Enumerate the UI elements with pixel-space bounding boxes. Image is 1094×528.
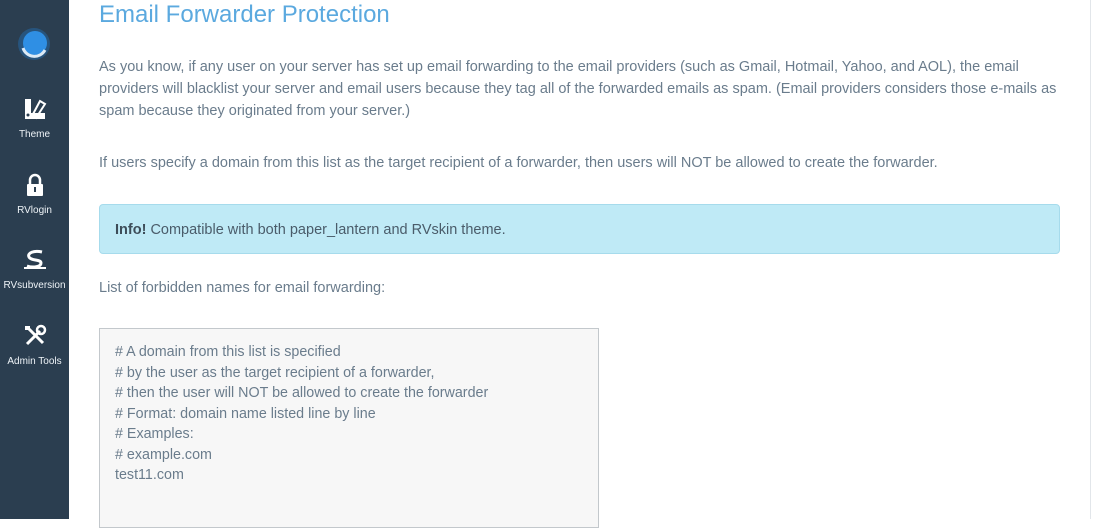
info-alert-strong: Info! <box>115 222 147 238</box>
sidebar-item-theme[interactable]: Theme <box>0 96 69 140</box>
app-logo-icon[interactable] <box>16 26 52 62</box>
list-label: List of forbidden names for email forwar… <box>99 280 386 296</box>
editor-line: # A domain from this list is specified <box>115 344 341 360</box>
content-border <box>1090 0 1091 519</box>
sidebar: Theme RVlogin RVsubversion Admin Tools <box>0 0 69 519</box>
sidebar-item-label: RVsubversion <box>3 280 66 291</box>
editor-line: # Examples: <box>115 426 194 442</box>
editor-line: # by the user as the target recipient of… <box>115 364 435 381</box>
forbidden-names-textarea[interactable]: # A domain from this list is specified #… <box>99 328 599 528</box>
theme-palette-icon <box>24 99 46 120</box>
sidebar-item-rvsubversion[interactable]: RVsubversion <box>0 247 69 291</box>
sidebar-item-label: RVlogin <box>17 205 52 216</box>
editor-line: # then the user will NOT be allowed to c… <box>115 385 489 401</box>
sidebar-item-label: Admin Tools <box>7 356 62 367</box>
rule-paragraph: If users specify a domain from this list… <box>99 155 938 171</box>
tools-icon <box>24 324 46 346</box>
info-alert: Info! Compatible with both paper_lantern… <box>99 204 1060 254</box>
lock-icon <box>26 173 43 196</box>
sidebar-item-rvlogin[interactable]: RVlogin <box>0 172 69 216</box>
sidebar-item-admin-tools[interactable]: Admin Tools <box>0 323 69 367</box>
editor-line: # Format: domain name listed line by lin… <box>115 405 376 422</box>
page-title: Email Forwarder Protection <box>99 1 390 28</box>
sidebar-item-label: Theme <box>18 129 51 140</box>
editor-line: # example.com <box>115 446 212 463</box>
editor-line: test11.com <box>115 467 184 483</box>
info-alert-text: Info! Compatible with both paper_lantern… <box>115 219 506 241</box>
intro-paragraph: As you know, if any user on your server … <box>99 59 1057 119</box>
subversion-icon <box>23 249 46 269</box>
info-alert-message: Compatible with both paper_lantern and R… <box>150 222 506 238</box>
